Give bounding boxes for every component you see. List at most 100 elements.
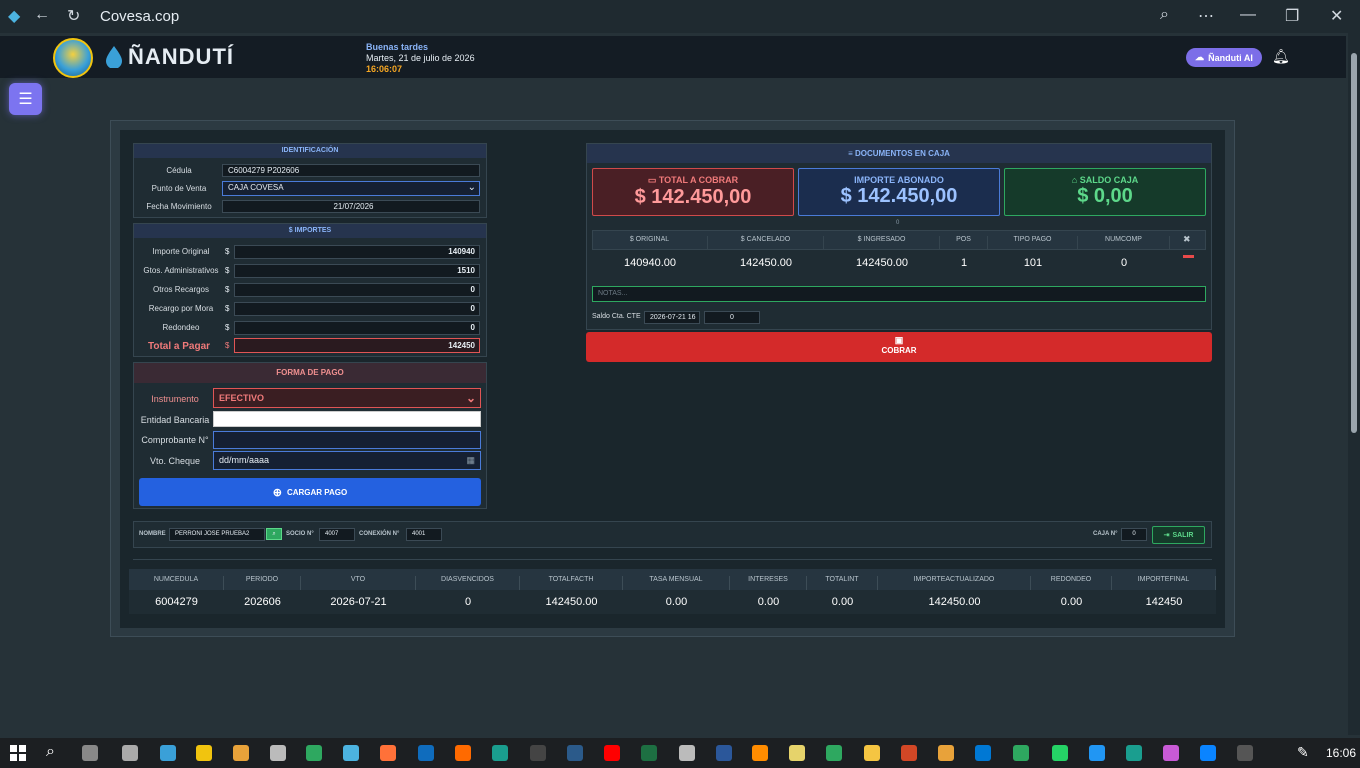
importe-field[interactable]: 0 xyxy=(234,321,480,335)
detalle-column-header: TASA MENSUAL xyxy=(623,576,730,590)
taskbar-app-icon[interactable] xyxy=(306,745,322,761)
doc-column-header: POS xyxy=(940,236,988,250)
more-icon[interactable]: ⋯ xyxy=(1198,6,1214,26)
windows-start-icon[interactable] xyxy=(10,745,26,761)
taskbar-app-icon[interactable] xyxy=(567,745,583,761)
taskbar-app-icon[interactable] xyxy=(604,745,620,761)
detalle-cell: 142450.00 xyxy=(545,596,598,608)
restore-icon[interactable]: ❐ xyxy=(1285,6,1299,26)
refresh-icon[interactable]: ↻ xyxy=(67,6,80,26)
taskbar-app-icon[interactable] xyxy=(455,745,471,761)
caja-field[interactable]: 0 xyxy=(1121,528,1147,541)
taskbar-app-icon[interactable] xyxy=(1052,745,1068,761)
detalle-column-header: VTO xyxy=(301,576,416,590)
taskbar-app-icon[interactable] xyxy=(1126,745,1142,761)
taskbar-app-icon[interactable] xyxy=(492,745,508,761)
taskbar-app-icon[interactable] xyxy=(82,745,98,761)
fecha-field[interactable]: 21/07/2026 xyxy=(222,200,480,213)
currency-sign: $ xyxy=(225,341,230,350)
importe-field[interactable]: 0 xyxy=(234,302,480,316)
zoom-icon[interactable]: ⌕ xyxy=(1160,6,1169,24)
detalle-column-header: NUMCEDULA xyxy=(129,576,224,590)
instrumento-select[interactable]: EFECTIVO ⌄ xyxy=(213,388,481,408)
cobrar-button[interactable]: ▣ COBRAR xyxy=(586,332,1212,362)
taskbar-app-icon[interactable] xyxy=(233,745,249,761)
taskbar-app-icon[interactable] xyxy=(418,745,434,761)
taskbar-app-icon[interactable] xyxy=(380,745,396,761)
taskbar-app-icon[interactable] xyxy=(160,745,176,761)
nombre-field[interactable]: PERRONI JOSE PRUEBA2 xyxy=(169,528,265,541)
page-scrollbar[interactable] xyxy=(1348,33,1360,735)
taskbar-app-icon[interactable] xyxy=(1200,745,1216,761)
remove-row-button[interactable] xyxy=(1183,255,1194,258)
salir-button[interactable]: ⇥ SALIR xyxy=(1152,526,1205,544)
taskbar-app-icon[interactable] xyxy=(343,745,359,761)
doc-cell: 140940.00 xyxy=(624,257,676,269)
chevron-down-icon: ⌄ xyxy=(465,391,476,405)
taskbar-app-icon[interactable] xyxy=(975,745,991,761)
back-icon[interactable]: ← xyxy=(34,6,50,24)
list-icon: ≡ xyxy=(848,149,855,158)
saldo-caja-value: $ 0,00 xyxy=(1077,185,1133,207)
total-pagar-field[interactable]: 142450 xyxy=(234,338,480,353)
ai-button[interactable]: ☁ Ñanduti AI xyxy=(1186,48,1262,67)
total-cobrar-card: ▭ TOTAL A COBRAR $ 142.450,00 xyxy=(592,168,794,216)
doc-cell: 1 xyxy=(960,257,968,269)
taskbar-app-icon[interactable] xyxy=(1163,745,1179,761)
minimize-icon[interactable]: — xyxy=(1240,6,1256,24)
detalle-cell: 202606 xyxy=(244,596,281,608)
conexion-field[interactable]: 4001 xyxy=(406,528,442,541)
cargar-pago-label: CARGAR PAGO xyxy=(286,487,348,497)
doc-column-header: $ ORIGINAL xyxy=(592,236,708,250)
socio-field[interactable]: 4007 xyxy=(319,528,355,541)
importe-field[interactable]: 1510 xyxy=(234,264,480,278)
search-icon[interactable]: ⌕ xyxy=(46,743,55,761)
taskbar-app-icon[interactable] xyxy=(1013,745,1029,761)
importe-field[interactable]: 0 xyxy=(234,283,480,297)
taskbar-app-icon[interactable] xyxy=(641,745,657,761)
taskbar-app-icon[interactable] xyxy=(530,745,546,761)
taskbar-app-icon[interactable] xyxy=(679,745,695,761)
hamburger-menu-button[interactable]: ☰ xyxy=(9,83,42,115)
doc-cell: 0 xyxy=(1120,257,1128,269)
saldo-cte-date[interactable]: 2026-07-21 16 xyxy=(644,311,700,324)
taskbar-app-icon[interactable] xyxy=(1237,745,1253,761)
saldo-cte-value[interactable]: 0 xyxy=(704,311,760,324)
taskbar-app-icon[interactable] xyxy=(901,745,917,761)
taskbar-app-icon[interactable] xyxy=(122,745,138,761)
punto-value: CAJA COVESA xyxy=(228,183,284,192)
close-icon[interactable]: ✕ xyxy=(1330,6,1343,26)
taskbar-app-icon[interactable] xyxy=(1089,745,1105,761)
doc-column-header: $ INGRESADO xyxy=(824,236,940,250)
notas-field[interactable]: NOTAS... xyxy=(592,286,1206,302)
taskbar-app-icon[interactable] xyxy=(196,745,212,761)
fecha-label: Fecha Movimiento xyxy=(146,202,212,211)
importe-abonado-label: IMPORTE ABONADO xyxy=(854,175,944,185)
identificacion-title: IDENTIFICACIÓN xyxy=(134,144,486,158)
taskbar-app-icon[interactable] xyxy=(270,745,286,761)
detalle-column-header: REDONDEO xyxy=(1031,576,1112,590)
taskbar-app-icon[interactable] xyxy=(716,745,732,761)
taskbar-app-icon[interactable] xyxy=(826,745,842,761)
bell-icon[interactable]: 🔔︎ xyxy=(1272,48,1290,65)
comprobante-field[interactable] xyxy=(213,431,481,449)
taskbar-app-icon[interactable] xyxy=(864,745,880,761)
importe-field[interactable]: 140940 xyxy=(234,245,480,259)
chevron-down-icon: ⌄ xyxy=(467,182,476,193)
entidad-select[interactable] xyxy=(213,411,481,427)
clear-icon[interactable]: ✖ xyxy=(1183,234,1191,245)
search-socio-button[interactable]: ⌕ xyxy=(266,528,282,540)
punto-select[interactable]: CAJA COVESA ⌄ xyxy=(222,181,480,196)
cargar-pago-button[interactable]: ⊕ CARGAR PAGO xyxy=(139,478,481,506)
vto-cheque-field[interactable]: dd/mm/aaaa ▦ xyxy=(213,451,481,470)
cedula-field[interactable]: C6004279 P202606 xyxy=(222,164,480,177)
pen-icon[interactable]: ✎ xyxy=(1297,744,1309,761)
currency-sign: $ xyxy=(225,304,230,313)
taskbar-app-icon[interactable] xyxy=(938,745,954,761)
currency-sign: $ xyxy=(225,285,230,294)
taskbar-app-icon[interactable] xyxy=(789,745,805,761)
cedula-label: Cédula xyxy=(166,166,192,175)
current-time: 16:06:07 xyxy=(366,64,403,74)
taskbar-app-icon[interactable] xyxy=(752,745,768,761)
current-date: Martes, 21 de julio de 2026 xyxy=(366,53,475,63)
